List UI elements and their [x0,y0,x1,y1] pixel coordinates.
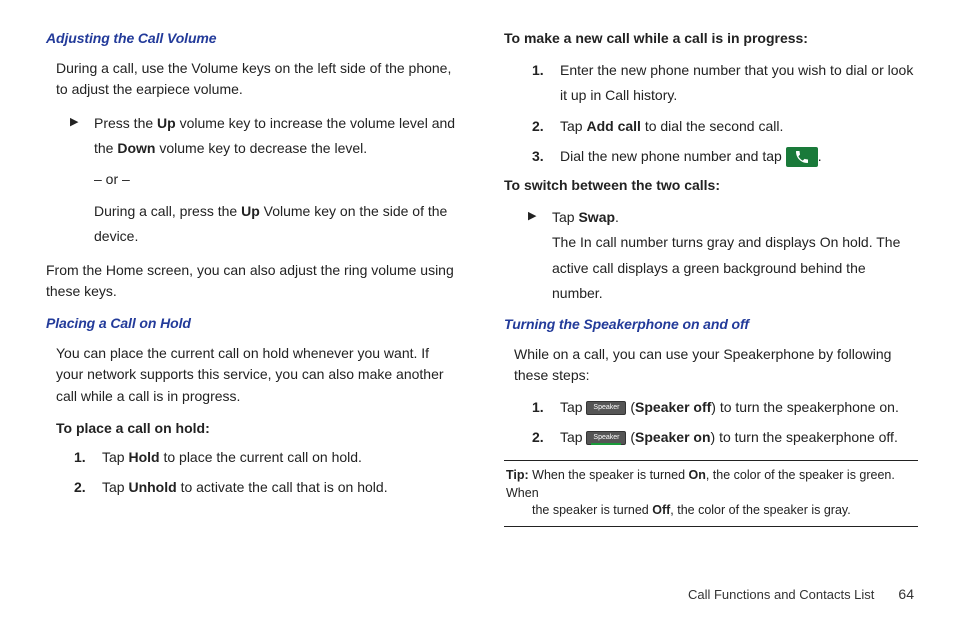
text: , the color of the speaker is gray. [670,503,850,517]
page-footer: Call Functions and Contacts List 64 [688,584,914,606]
bold-text: Up [157,115,176,131]
speaker-on-button-icon: Speaker [586,431,626,445]
list-number: 1. [532,58,560,83]
bold-text: Speaker off [635,399,711,415]
bold-text: On [689,468,706,482]
list-number: 3. [532,146,560,168]
bold-text: Off [652,503,670,517]
or-separator: – or – [46,169,460,191]
text: Dial the new phone number and tap [560,148,786,164]
paragraph: During a call, use the Volume keys on th… [46,58,460,101]
text: to place the current call on hold. [160,449,362,465]
text: Tap [560,399,586,415]
phone-call-icon [786,147,818,167]
footer-section-title: Call Functions and Contacts List [688,585,874,605]
list-number: 1. [74,447,102,469]
list-number: 2. [74,477,102,499]
list-text: Enter the new phone number that you wish… [560,58,918,108]
bullet-text: Tap Swap. The In call number turns gray … [552,205,918,306]
text: ) to turn the speakerphone off. [711,429,898,445]
text: ( [626,429,635,445]
text: Tap [102,449,128,465]
paragraph: You can place the current call on hold w… [46,343,460,408]
list-text: Tap Hold to place the current call on ho… [102,447,460,469]
ordered-item: 3. Dial the new phone number and tap . [504,146,918,168]
bullet-text: Press the Up volume key to increase the … [94,111,460,161]
tip-box: Tip: When the speaker is turned On , the … [504,467,918,520]
bold-text: Down [117,140,155,156]
speaker-off-button-icon: Speaker [586,401,626,415]
paragraph: From the Home screen, you can also adjus… [46,260,460,303]
ordered-item: 2. Tap Speaker (Speaker on) to turn the … [504,427,918,449]
text: Tap [552,209,578,225]
text: During a call, press the [94,203,241,219]
text: Tap [102,479,128,495]
heading-speakerphone: Turning the Speakerphone on and off [504,314,918,336]
bullet-continuation: During a call, press the Up Volume key o… [46,199,460,249]
bold-text: Add call [586,118,640,134]
list-text: Tap Add call to dial the second call. [560,116,918,138]
procedure-heading: To place a call on hold: [46,418,460,440]
page-number: 64 [898,584,914,606]
text: to dial the second call. [641,118,783,134]
text: Tap [560,118,586,134]
text: The In call number turns gray and displa… [552,230,918,306]
heading-placing-call-hold: Placing a Call on Hold [46,313,460,335]
list-text: Tap Speaker (Speaker on) to turn the spe… [560,427,918,449]
text: Tap [560,429,586,445]
procedure-heading: To make a new call while a call is in pr… [504,28,918,50]
text: Press the [94,115,157,131]
list-text: Dial the new phone number and tap . [560,146,918,168]
bullet-item: ▶ Tap Swap. The In call number turns gra… [504,205,918,306]
procedure-heading: To switch between the two calls: [504,175,918,197]
text: the speaker is turned [532,503,652,517]
bold-text: Hold [128,449,159,465]
left-column: Adjusting the Call Volume During a call,… [46,28,460,533]
text: volume key to decrease the level. [155,140,367,156]
ordered-item: 1. Enter the new phone number that you w… [504,58,918,108]
text: ) to turn the speakerphone on. [711,399,899,415]
text: . [818,148,822,164]
triangle-bullet-icon: ▶ [70,111,94,161]
tip-label: Tip: [506,468,529,482]
list-number: 2. [532,116,560,138]
tip-divider [504,460,918,461]
triangle-bullet-icon: ▶ [528,205,552,306]
text: ( [626,399,635,415]
right-column: To make a new call while a call is in pr… [504,28,918,533]
bullet-item: ▶ Press the Up volume key to increase th… [46,111,460,161]
list-text: Tap Speaker (Speaker off) to turn the sp… [560,397,918,419]
paragraph: While on a call, you can use your Speake… [504,344,918,387]
ordered-item: 1. Tap Speaker (Speaker off) to turn the… [504,397,918,419]
tip-divider [504,526,918,527]
heading-adjusting-call-volume: Adjusting the Call Volume [46,28,460,50]
text: . [615,209,619,225]
text: When the speaker is turned [529,468,689,482]
list-text: Tap Unhold to activate the call that is … [102,477,460,499]
bold-text: Speaker on [635,429,710,445]
bold-text: Unhold [128,479,176,495]
list-number: 2. [532,427,560,449]
bold-text: Up [241,203,260,219]
text: to activate the call that is on hold. [177,479,388,495]
ordered-item: 1. Tap Hold to place the current call on… [46,447,460,469]
two-column-layout: Adjusting the Call Volume During a call,… [46,28,918,533]
list-number: 1. [532,397,560,419]
ordered-item: 2. Tap Unhold to activate the call that … [46,477,460,499]
bold-text: Swap [578,209,615,225]
ordered-item: 2. Tap Add call to dial the second call. [504,116,918,138]
